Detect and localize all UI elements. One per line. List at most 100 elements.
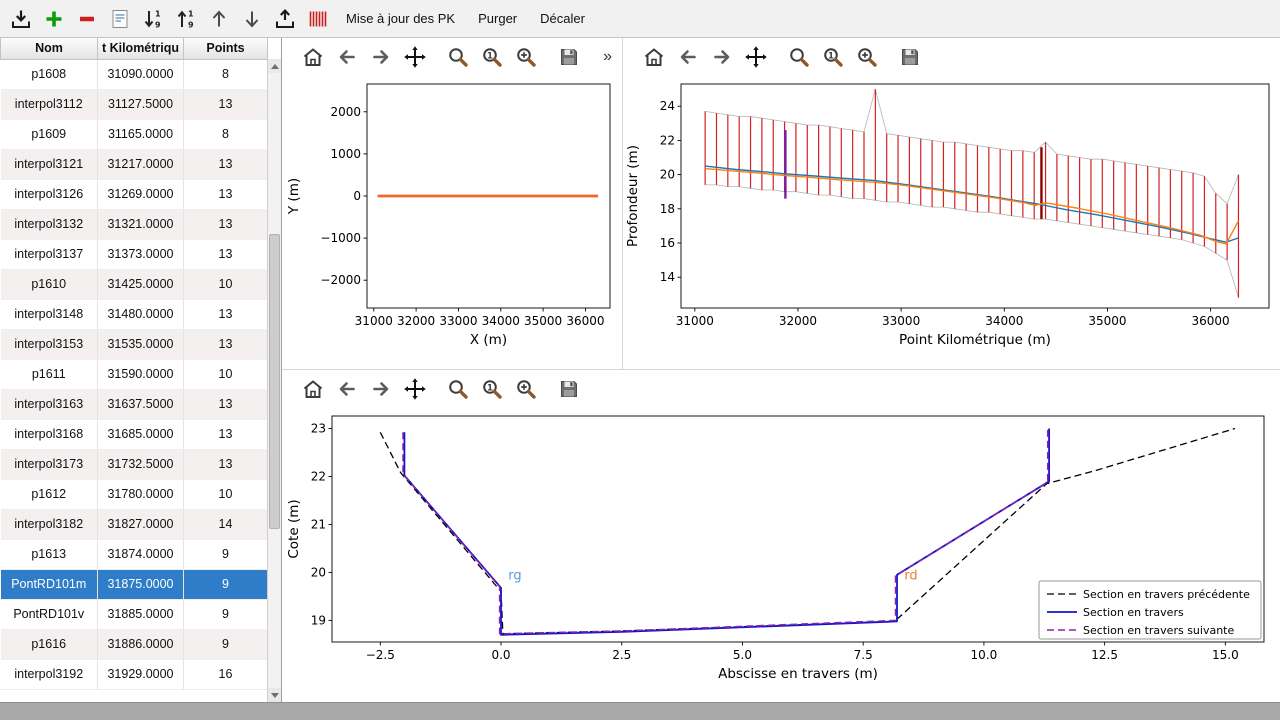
zoom-one-button[interactable]: 1 bbox=[477, 374, 507, 404]
table-cell[interactable]: 31874.0000 bbox=[98, 539, 184, 569]
table-row[interactable]: interpol311231127.500013 bbox=[1, 89, 268, 119]
table-cell[interactable]: interpol3132 bbox=[1, 209, 98, 239]
zoom-one-button[interactable]: 1 bbox=[818, 42, 848, 72]
table-cell[interactable]: 31321.0000 bbox=[98, 209, 184, 239]
table-cell[interactable]: interpol3153 bbox=[1, 329, 98, 359]
table-cell[interactable]: 31217.0000 bbox=[98, 149, 184, 179]
table-cell[interactable]: p1616 bbox=[1, 629, 98, 659]
table-cell[interactable]: PontRD101v bbox=[1, 599, 98, 629]
table-row[interactable]: interpol317331732.500013 bbox=[1, 449, 268, 479]
table-cell[interactable]: 8 bbox=[184, 59, 268, 89]
pan-button[interactable] bbox=[400, 42, 430, 72]
scroll-down-button[interactable] bbox=[268, 688, 281, 702]
table-cell[interactable]: interpol3168 bbox=[1, 419, 98, 449]
table-row[interactable]: p161031425.000010 bbox=[1, 269, 268, 299]
save-button[interactable] bbox=[554, 374, 584, 404]
table-cell[interactable]: 31827.0000 bbox=[98, 509, 184, 539]
table-row[interactable]: p161331874.00009 bbox=[1, 539, 268, 569]
save-button[interactable] bbox=[895, 42, 925, 72]
table-cell[interactable]: 10 bbox=[184, 269, 268, 299]
export-button[interactable] bbox=[270, 4, 300, 34]
table-row[interactable]: p161231780.000010 bbox=[1, 479, 268, 509]
table-cell[interactable]: interpol3163 bbox=[1, 389, 98, 419]
table-cell[interactable]: p1609 bbox=[1, 119, 98, 149]
import-button[interactable] bbox=[6, 4, 36, 34]
back-button[interactable] bbox=[673, 42, 703, 72]
zoom-button[interactable] bbox=[443, 42, 473, 72]
table-cell[interactable]: p1610 bbox=[1, 269, 98, 299]
table-cell[interactable]: interpol3192 bbox=[1, 659, 98, 689]
scrollbar-thumb[interactable] bbox=[269, 234, 280, 529]
table-row[interactable]: interpol312631269.000013 bbox=[1, 179, 268, 209]
sections-button[interactable] bbox=[303, 4, 333, 34]
table-cell[interactable]: 31425.0000 bbox=[98, 269, 184, 299]
table-cell[interactable]: 9 bbox=[184, 539, 268, 569]
purge-button[interactable]: Purger bbox=[468, 5, 527, 33]
back-button[interactable] bbox=[332, 374, 362, 404]
shift-button[interactable]: Décaler bbox=[530, 5, 595, 33]
zoom-plus-button[interactable] bbox=[511, 42, 541, 72]
table-cell[interactable]: 31090.0000 bbox=[98, 59, 184, 89]
table-cell[interactable]: 31480.0000 bbox=[98, 299, 184, 329]
table-cell[interactable]: 9 bbox=[184, 629, 268, 659]
profile-plot[interactable]: 3100032000330003400035000360001416182022… bbox=[623, 76, 1279, 370]
table-cell[interactable]: 13 bbox=[184, 419, 268, 449]
table-cell[interactable]: interpol3112 bbox=[1, 89, 98, 119]
pan-button[interactable] bbox=[741, 42, 771, 72]
sort-descending-button[interactable]: 19 bbox=[138, 4, 168, 34]
scroll-up-button[interactable] bbox=[268, 59, 281, 73]
column-header-points[interactable]: Points bbox=[184, 38, 268, 59]
add-button[interactable] bbox=[39, 4, 69, 34]
table-cell[interactable]: 31637.5000 bbox=[98, 389, 184, 419]
update-pk-button[interactable]: Mise à jour des PK bbox=[336, 5, 465, 33]
table-cell[interactable]: 13 bbox=[184, 209, 268, 239]
zoom-button[interactable] bbox=[784, 42, 814, 72]
remove-button[interactable] bbox=[72, 4, 102, 34]
table-cell[interactable]: 16 bbox=[184, 659, 268, 689]
table-row[interactable]: interpol318231827.000014 bbox=[1, 509, 268, 539]
column-header-pk[interactable]: t Kilométriqu bbox=[98, 38, 184, 59]
table-cell[interactable]: 13 bbox=[184, 149, 268, 179]
home-button[interactable] bbox=[298, 374, 328, 404]
table-cell[interactable]: 13 bbox=[184, 329, 268, 359]
table-cell[interactable]: interpol3137 bbox=[1, 239, 98, 269]
column-header-nom[interactable]: Nom bbox=[1, 38, 98, 59]
table-row[interactable]: PontRD101v31885.00009 bbox=[1, 599, 268, 629]
table-cell[interactable]: p1608 bbox=[1, 59, 98, 89]
table-cell[interactable]: PontRD101m bbox=[1, 569, 98, 599]
table-cell[interactable]: 9 bbox=[184, 599, 268, 629]
table-cell[interactable]: interpol3173 bbox=[1, 449, 98, 479]
table-row[interactable]: interpol313731373.000013 bbox=[1, 239, 268, 269]
table-cell[interactable]: 31535.0000 bbox=[98, 329, 184, 359]
back-button[interactable] bbox=[332, 42, 362, 72]
table-row[interactable]: interpol315331535.000013 bbox=[1, 329, 268, 359]
table-cell[interactable]: 13 bbox=[184, 299, 268, 329]
table-cell[interactable]: p1612 bbox=[1, 479, 98, 509]
zoom-one-button[interactable]: 1 bbox=[477, 42, 507, 72]
table-cell[interactable]: interpol3126 bbox=[1, 179, 98, 209]
table-cell[interactable]: 31685.0000 bbox=[98, 419, 184, 449]
table-cell[interactable]: 31885.0000 bbox=[98, 599, 184, 629]
table-cell[interactable]: 31929.0000 bbox=[98, 659, 184, 689]
table-cell[interactable]: 13 bbox=[184, 89, 268, 119]
table-cell[interactable]: interpol3148 bbox=[1, 299, 98, 329]
table-cell[interactable]: 31886.0000 bbox=[98, 629, 184, 659]
table-row[interactable]: p160931165.00008 bbox=[1, 119, 268, 149]
xy-plot[interactable]: 310003200033000340003500036000−2000−1000… bbox=[282, 76, 622, 370]
table-cell[interactable]: p1613 bbox=[1, 539, 98, 569]
table-cell[interactable]: 31127.5000 bbox=[98, 89, 184, 119]
table-cell[interactable]: p1611 bbox=[1, 359, 98, 389]
table-cell[interactable]: 13 bbox=[184, 179, 268, 209]
forward-button[interactable] bbox=[366, 374, 396, 404]
move-up-button[interactable] bbox=[204, 4, 234, 34]
table-row[interactable]: interpol312131217.000013 bbox=[1, 149, 268, 179]
table-cell[interactable]: 13 bbox=[184, 389, 268, 419]
table-cell[interactable]: 31269.0000 bbox=[98, 179, 184, 209]
sort-ascending-button[interactable]: 19 bbox=[171, 4, 201, 34]
forward-button[interactable] bbox=[707, 42, 737, 72]
home-button[interactable] bbox=[298, 42, 328, 72]
table-cell[interactable]: 8 bbox=[184, 119, 268, 149]
table-cell[interactable]: 31732.5000 bbox=[98, 449, 184, 479]
table-cell[interactable]: interpol3121 bbox=[1, 149, 98, 179]
table-cell[interactable]: interpol3182 bbox=[1, 509, 98, 539]
